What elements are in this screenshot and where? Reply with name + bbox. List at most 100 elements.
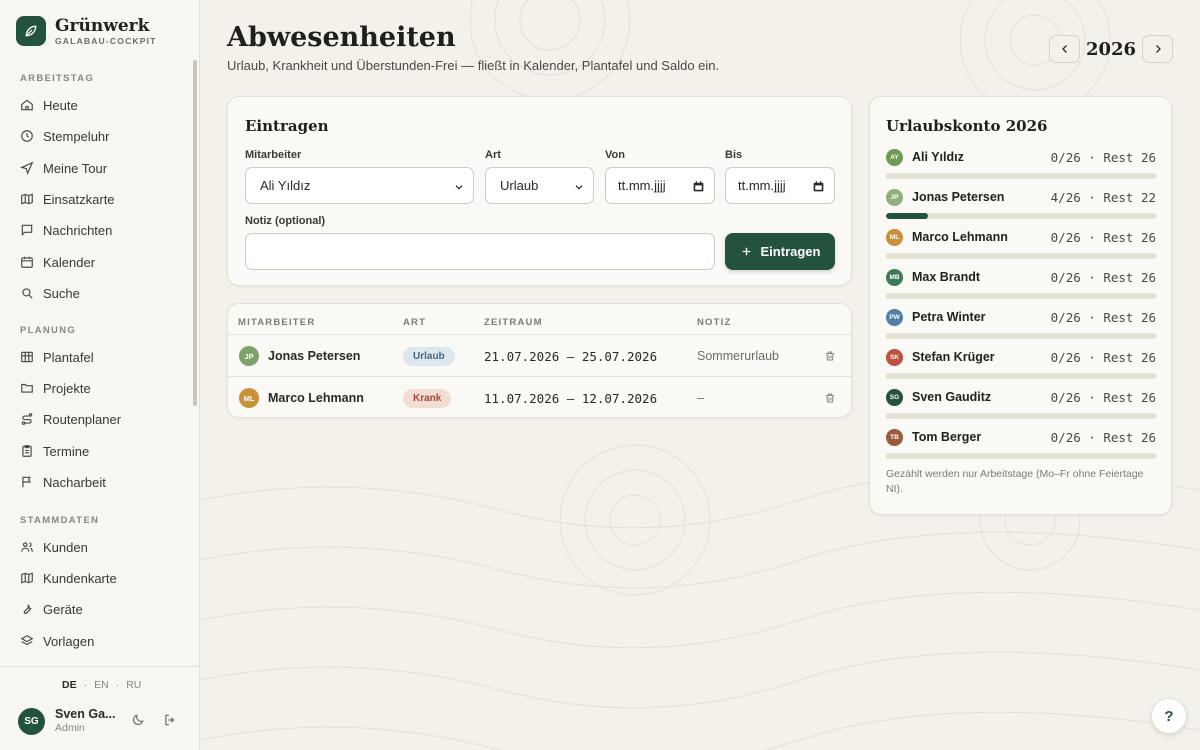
nav-section-arbeitstag: ARBEITSTAG	[20, 73, 95, 84]
sidebar-item-label: Plantafel	[43, 349, 94, 365]
sidebar-item-label: Meine Tour	[43, 160, 108, 176]
page-title: Abwesenheiten	[227, 22, 456, 53]
status-badge: Urlaub	[403, 346, 455, 366]
previous-year-button[interactable]	[1049, 35, 1080, 63]
sidebar-item-geraete[interactable]: Geräte	[20, 596, 185, 622]
table-row[interactable]: ML Marco Lehmann Krank 11.07.2026 – 12.0…	[228, 376, 852, 418]
vacation-progress-bar	[886, 253, 1156, 259]
sidebar-item-stempeluhr[interactable]: Stempeluhr	[20, 123, 185, 149]
sidebar-footer: DE · EN · RU SG Sven Ga... Admin	[0, 666, 199, 750]
language-de[interactable]: DE	[62, 679, 77, 691]
moon-icon[interactable]	[131, 713, 145, 727]
folder-icon	[21, 383, 33, 393]
employee-name: Tom Berger	[912, 430, 982, 444]
employee-name: Marco Lehmann	[912, 230, 1008, 244]
users-icon	[21, 542, 33, 552]
avatar: JP	[239, 346, 259, 366]
sidebar-item-label: Stempeluhr	[43, 128, 110, 144]
sidebar-item-kunden[interactable]: Kunden	[20, 534, 185, 560]
sidebar-item-nachrichten[interactable]: Nachrichten	[20, 217, 185, 243]
logout-icon[interactable]	[163, 713, 177, 727]
vacation-balance: 0/26 · Rest 26	[1050, 389, 1156, 405]
page-subtitle: Urlaub, Krankheit und Überstunden-Frei —…	[227, 58, 720, 73]
sidebar-item-nacharbeit[interactable]: Nacharbeit	[20, 469, 185, 495]
to-date-input[interactable]: tt.mm.jjjj	[725, 167, 835, 204]
sidebar-item-label: Suche	[43, 285, 80, 301]
vacation-balance: 0/26 · Rest 26	[1050, 149, 1156, 165]
sidebar-item-suche[interactable]: Suche	[20, 280, 185, 306]
vacation-progress-bar	[886, 213, 1156, 219]
avatar: ML	[886, 228, 903, 246]
submit-entry-label: Eintragen	[760, 244, 821, 259]
sidebar-item-label: Projekte	[43, 380, 91, 396]
trash-icon[interactable]	[824, 350, 836, 362]
type-select[interactable]: Urlaub	[485, 167, 594, 204]
vacation-account-footnote: Gezählt werden nur Arbeitstage (Mo–Fr oh…	[886, 468, 1144, 495]
brand-name: Grünwerk	[55, 15, 150, 36]
sidebar-item-meine-tour[interactable]: Meine Tour	[20, 155, 185, 181]
vacation-progress-bar	[886, 453, 1156, 459]
sidebar-item-vorlagen[interactable]: Vorlagen	[20, 628, 185, 654]
year-navigation: 2026	[1049, 35, 1173, 63]
vacation-progress-bar	[886, 373, 1156, 379]
sidebar-item-label: Einsatzkarte	[43, 191, 115, 207]
vacation-balance: 0/26 · Rest 26	[1050, 429, 1156, 445]
sidebar-item-kundenkarte[interactable]: Kundenkarte	[20, 565, 185, 591]
vacation-progress-bar	[886, 293, 1156, 299]
entry-form-card: Eintragen Mitarbeiter Ali Yıldız Art Url…	[227, 96, 852, 286]
sidebar-item-termine[interactable]: Termine	[20, 438, 185, 464]
vacation-balance: 4/26 · Rest 22	[1050, 189, 1156, 205]
brand-subtitle: GALABAU-COCKPIT	[55, 35, 157, 46]
note-input[interactable]	[245, 233, 715, 270]
employee-select[interactable]: Ali Yıldız	[245, 167, 474, 204]
sidebar-item-label: Kalender	[43, 254, 96, 270]
vacation-progress-bar	[886, 333, 1156, 339]
avatar: SK	[886, 348, 903, 366]
period-text: 21.07.2026 – 25.07.2026	[484, 348, 658, 364]
sidebar-item-routenplaner[interactable]: Routenplaner	[20, 406, 185, 432]
language-en[interactable]: EN	[94, 679, 109, 691]
sidebar-scrollbar[interactable]	[193, 60, 197, 406]
from-date-input[interactable]: tt.mm.jjjj	[605, 167, 715, 204]
calendar-icon	[693, 181, 704, 192]
home-icon	[21, 99, 33, 111]
brand[interactable]: Grünwerk GALABAU-COCKPIT	[16, 16, 157, 46]
employee-name: Sven Gauditz	[912, 390, 992, 404]
plus-icon	[742, 247, 750, 256]
sidebar-item-einsatzkarte[interactable]: Einsatzkarte	[20, 186, 185, 212]
sidebar: Grünwerk GALABAU-COCKPIT ARBEITSTAG Heut…	[0, 0, 200, 750]
vacation-balance: 0/26 · Rest 26	[1050, 349, 1156, 365]
sidebar-item-plantafel[interactable]: Plantafel	[20, 344, 185, 370]
employee-name: Petra Winter	[912, 310, 986, 324]
layers-icon	[20, 635, 34, 646]
vacation-account-row: SG Sven Gauditz 0/26 · Rest 26	[886, 388, 1156, 428]
help-button[interactable]: ?	[1151, 698, 1187, 734]
vacation-account-row: JP Jonas Petersen 4/26 · Rest 22	[886, 188, 1156, 228]
avatar: JP	[886, 188, 903, 206]
vacation-account-row: MB Max Brandt 0/26 · Rest 26	[886, 268, 1156, 308]
note-text: Sommerurlaub	[697, 349, 779, 363]
next-year-button[interactable]	[1142, 35, 1173, 63]
sidebar-item-label: Nacharbeit	[43, 474, 106, 490]
employee-name: Jonas Petersen	[268, 349, 361, 363]
note-label: Notiz (optional)	[245, 215, 326, 227]
submit-entry-button[interactable]: Eintragen	[725, 233, 835, 270]
user-profile[interactable]: SG Sven Ga... Admin	[18, 707, 115, 735]
vacation-balance: 0/26 · Rest 26	[1050, 229, 1156, 245]
chevron-down-icon	[455, 185, 463, 190]
language-ru[interactable]: RU	[126, 679, 141, 691]
flag-icon	[22, 476, 31, 488]
sidebar-item-heute[interactable]: Heute	[20, 92, 185, 118]
nav-section-stammdaten: STAMMDATEN	[20, 515, 100, 526]
trash-icon[interactable]	[824, 392, 836, 404]
map-icon	[21, 572, 33, 584]
chevron-right-icon	[1155, 45, 1161, 53]
vacation-progress-fill	[886, 213, 928, 219]
table-row[interactable]: JP Jonas Petersen Urlaub 21.07.2026 – 25…	[228, 334, 852, 376]
vacation-account-title: Urlaubskonto 2026	[886, 117, 1048, 135]
sidebar-item-kalender[interactable]: Kalender	[20, 249, 185, 275]
sidebar-item-projekte[interactable]: Projekte	[20, 375, 185, 401]
vacation-account-card: Urlaubskonto 2026 AY Ali Yıldız 0/26 · Res…	[869, 96, 1172, 515]
vacation-progress-bar	[886, 173, 1156, 179]
avatar: TB	[886, 428, 903, 446]
